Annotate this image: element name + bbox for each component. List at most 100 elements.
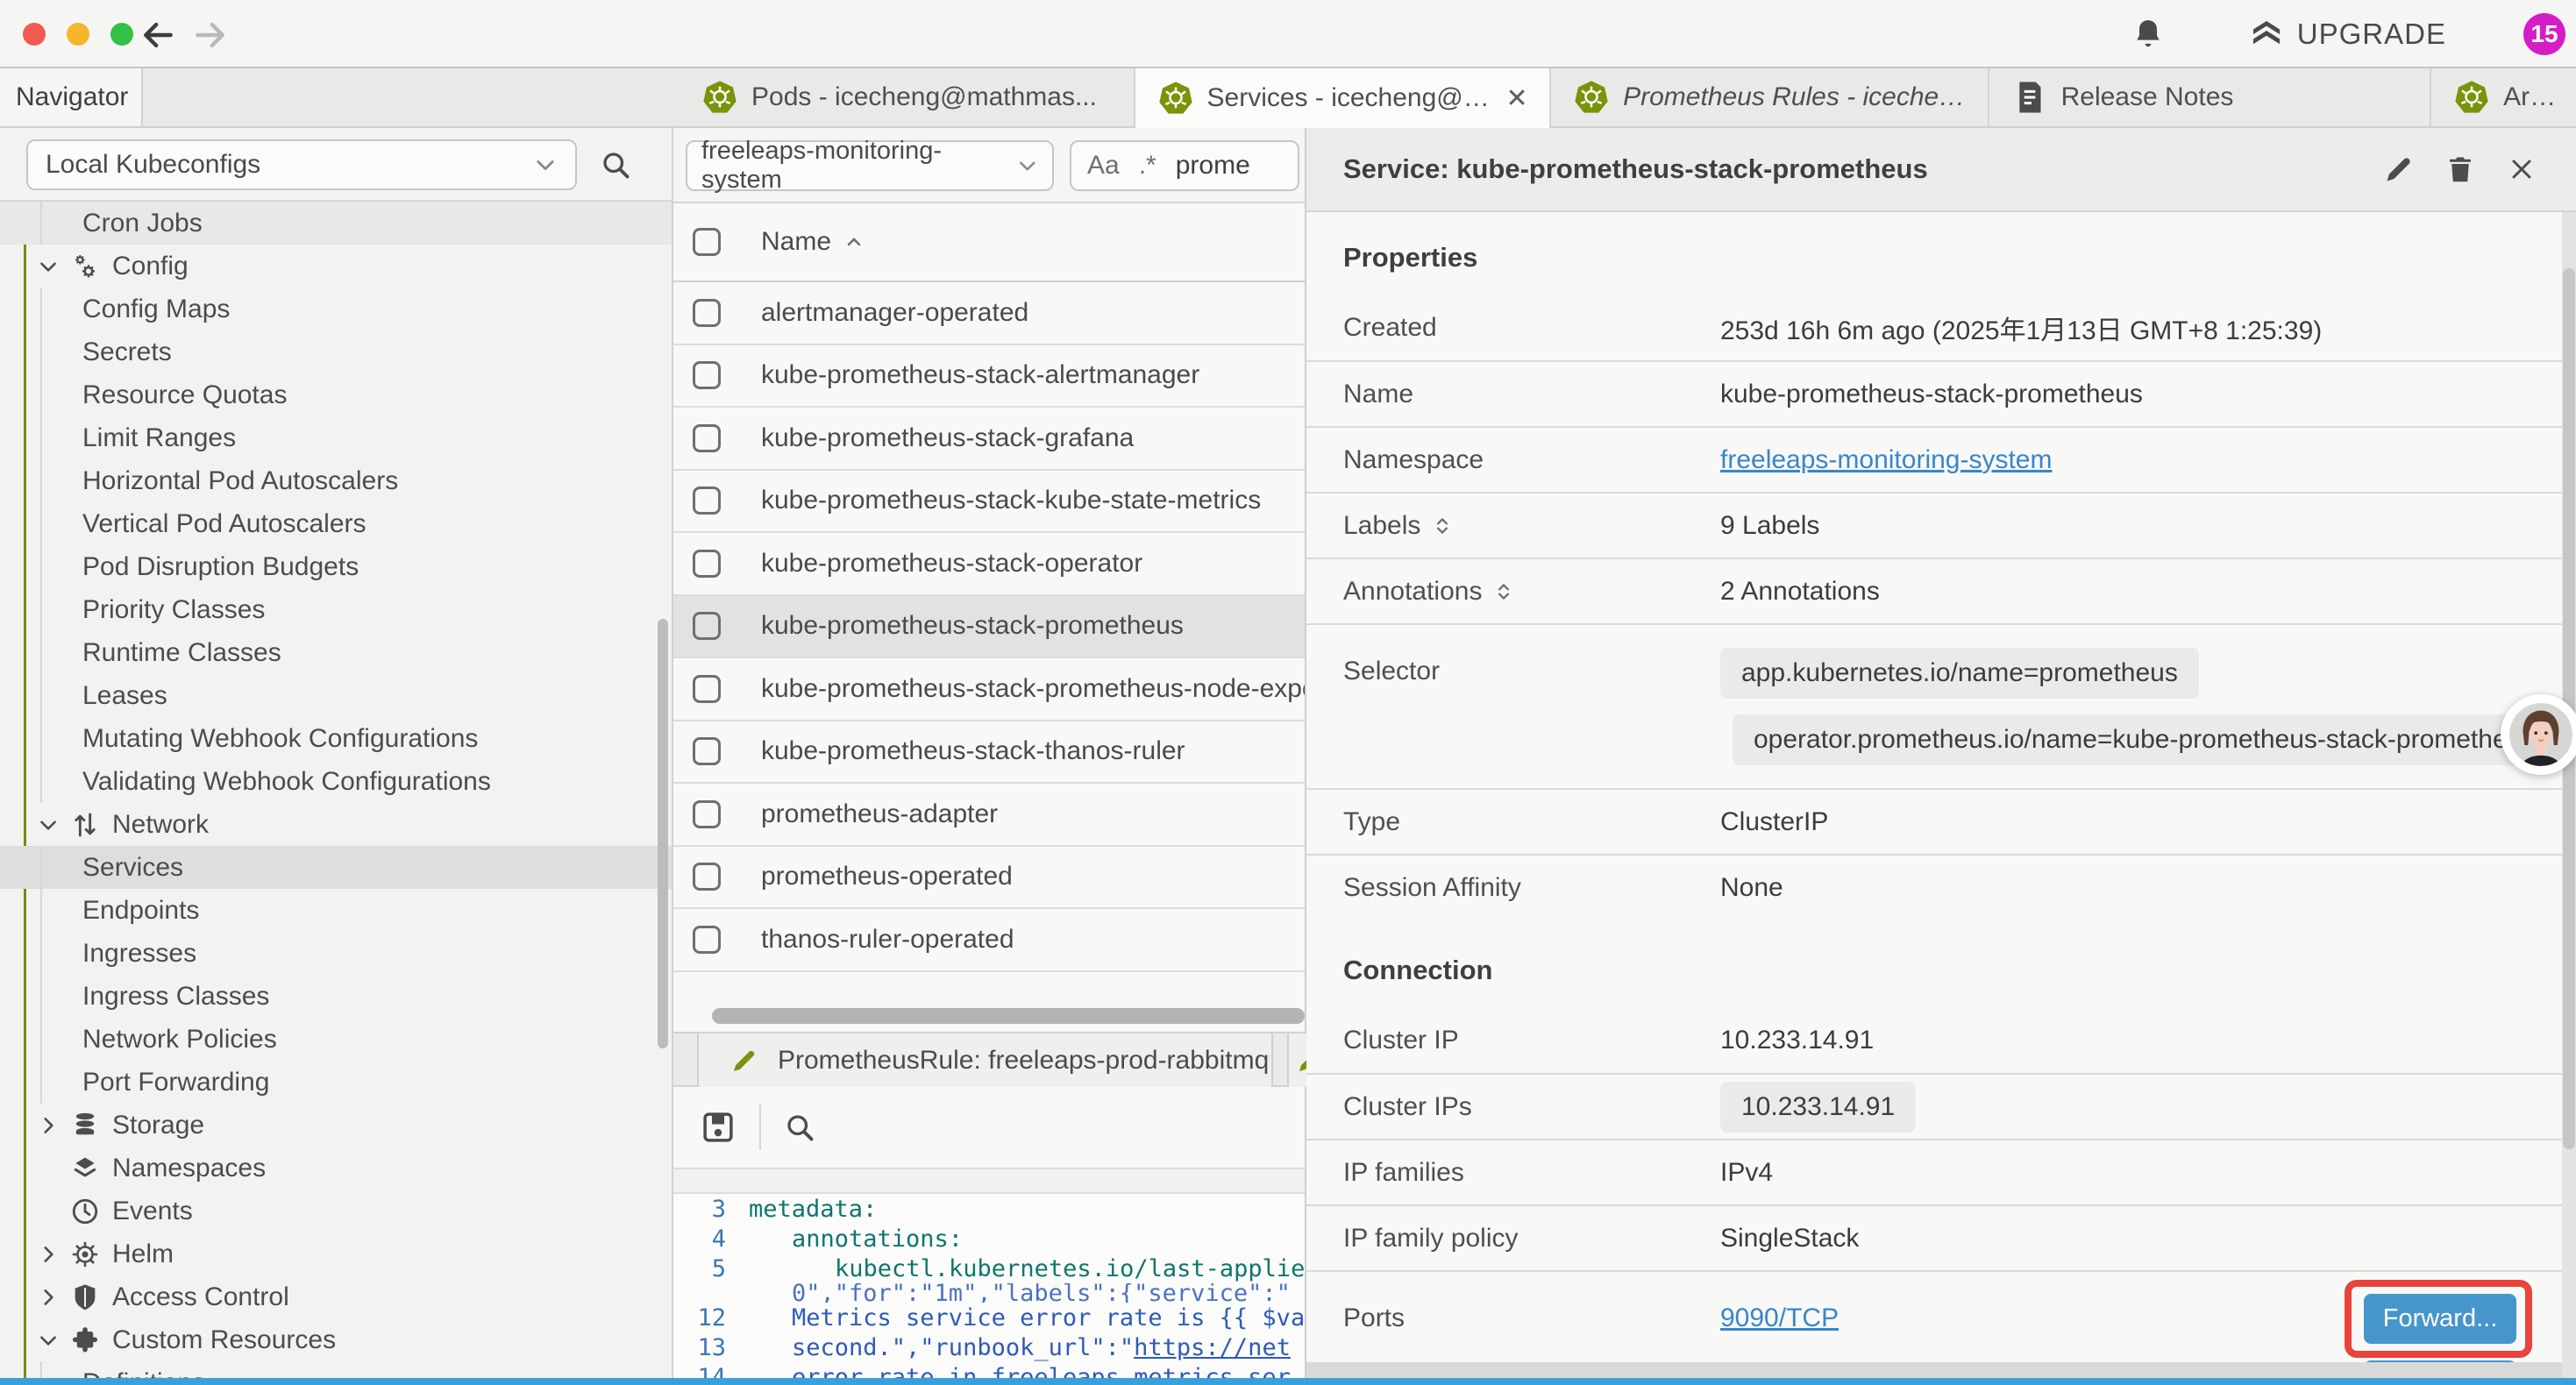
row-checkbox[interactable] (693, 675, 721, 703)
tree-chevron-icon[interactable] (37, 1329, 60, 1352)
sidebar-item[interactable]: Validating Webhook Configurations (0, 760, 672, 803)
sidebar-item[interactable]: Priority Classes (0, 588, 672, 631)
sidebar-item[interactable]: Limit Ranges (0, 416, 672, 459)
tree-chevron-icon[interactable] (37, 1286, 60, 1309)
tree-chevron-icon[interactable] (37, 1243, 60, 1266)
list-search-input[interactable]: Aa .* prome (1070, 140, 1299, 191)
yaml-editor[interactable]: 3 metadata: 4 annotations: 5 kubectl.kub… (673, 1194, 1305, 1385)
tree-chevron-icon[interactable] (37, 813, 60, 836)
name-column-header[interactable]: Name (761, 227, 831, 257)
sidebar-item[interactable]: Network Policies (0, 1018, 672, 1061)
tree-chevron-icon[interactable] (37, 1114, 60, 1137)
app-tab[interactable]: Argo Se (2431, 68, 2576, 126)
sidebar-search-icon[interactable] (600, 149, 631, 181)
table-row[interactable]: thanos-ruler-operated (673, 909, 1305, 972)
row-checkbox[interactable] (693, 299, 721, 327)
table-row[interactable]: kube-prometheus-stack-kube-state-metrics (673, 471, 1305, 534)
row-checkbox[interactable] (693, 612, 721, 640)
navigator-panel-tab[interactable]: Navigator (0, 68, 143, 126)
assistant-avatar[interactable] (2501, 694, 2576, 775)
table-row[interactable]: kube-prometheus-stack-operator (673, 533, 1305, 596)
app-tab[interactable]: Services - icecheng@math... ✕ (1135, 68, 1552, 128)
app-tab[interactable]: Release Notes (1989, 68, 2432, 126)
sidebar-scrollbar[interactable] (658, 619, 668, 1048)
save-icon[interactable] (700, 1109, 737, 1146)
table-row[interactable]: kube-prometheus-stack-grafana (673, 408, 1305, 471)
namespace-filter-dropdown[interactable]: freeleaps-monitoring-system (686, 140, 1054, 191)
notification-count-badge[interactable]: 15 (2523, 13, 2565, 55)
table-row[interactable]: prometheus-operated (673, 847, 1305, 910)
row-checkbox[interactable] (693, 863, 721, 891)
sidebar-item[interactable]: Services (0, 846, 672, 889)
maximize-window-button[interactable] (110, 23, 133, 46)
sidebar-item[interactable]: Port Forwarding (0, 1061, 672, 1104)
tree-chevron-icon[interactable] (37, 255, 60, 278)
notifications-bell-icon[interactable] (2131, 17, 2166, 52)
sidebar-item-label: Resource Quotas (82, 380, 287, 410)
editor-tab-partial[interactable] (1287, 1033, 1306, 1087)
sidebar-item[interactable]: Mutating Webhook Configurations (0, 717, 672, 760)
delete-trash-icon[interactable] (2444, 153, 2476, 185)
sidebar-item[interactable]: Access Control (0, 1275, 672, 1318)
sidebar-item[interactable]: Storage (0, 1104, 672, 1147)
sidebar-item[interactable]: Helm (0, 1232, 672, 1275)
editor-search-icon[interactable] (784, 1112, 815, 1143)
app-tab[interactable]: Prometheus Rules - icecheng... (1551, 68, 1989, 126)
app-tab[interactable]: Pods - icecheng@mathmas... (680, 68, 1135, 126)
table-row[interactable]: prometheus-adapter (673, 784, 1305, 847)
back-icon[interactable] (139, 16, 177, 54)
kubeconfig-dropdown[interactable]: Local Kubeconfigs (26, 139, 577, 190)
port-link[interactable]: 9090/TCP (1720, 1303, 1839, 1333)
row-checkbox[interactable] (693, 487, 721, 515)
table-row[interactable]: kube-prometheus-stack-alertmanager (673, 345, 1305, 408)
close-window-button[interactable] (23, 23, 46, 46)
row-checkbox[interactable] (693, 550, 721, 578)
code-link[interactable]: https://net (1134, 1334, 1291, 1361)
edit-pencil-icon[interactable] (2383, 153, 2415, 185)
editor-tab[interactable]: PrometheusRule: freeleaps-prod-rabbitmq (697, 1033, 1273, 1087)
close-tab-icon[interactable]: ✕ (1504, 85, 1530, 111)
sidebar-item[interactable]: Events (0, 1190, 672, 1232)
table-row[interactable]: kube-prometheus-stack-prometheus-node-ex… (673, 658, 1305, 721)
table-row[interactable]: alertmanager-operated (673, 282, 1305, 345)
row-checkbox[interactable] (693, 424, 721, 452)
sidebar-item[interactable]: Ingresses (0, 932, 672, 975)
row-checkbox[interactable] (693, 800, 721, 828)
sort-toggle-icon[interactable] (1431, 515, 1454, 537)
sidebar-item[interactable]: Config (0, 245, 672, 288)
sidebar-item[interactable]: Leases (0, 674, 672, 717)
regex-toggle[interactable]: .* (1139, 151, 1156, 181)
forward-icon[interactable] (191, 16, 230, 54)
horizontal-scrollbar[interactable] (712, 1008, 1305, 1024)
sidebar-item[interactable]: Runtime Classes (0, 631, 672, 674)
select-all-checkbox[interactable] (693, 228, 721, 256)
sidebar-item[interactable]: Secrets (0, 330, 672, 373)
sidebar-item[interactable]: Vertical Pod Autoscalers (0, 502, 672, 545)
sidebar-item[interactable]: Config Maps (0, 288, 672, 330)
sidebar-item[interactable]: Ingress Classes (0, 975, 672, 1018)
sort-toggle-icon[interactable] (1492, 580, 1515, 603)
sidebar-item[interactable]: Horizontal Pod Autoscalers (0, 459, 672, 502)
forward-button-wrap: Forward... (2364, 1294, 2516, 1344)
sidebar-item[interactable]: Cron Jobs (0, 202, 672, 245)
minimize-window-button[interactable] (67, 23, 89, 46)
match-case-toggle[interactable]: Aa (1087, 151, 1120, 181)
forward-button[interactable]: Forward... (2364, 1294, 2516, 1344)
row-checkbox[interactable] (693, 361, 721, 389)
sidebar-item[interactable]: Namespaces (0, 1147, 672, 1190)
upgrade-button[interactable]: UPGRADE (2250, 18, 2446, 51)
sidebar-item[interactable]: Pod Disruption Budgets (0, 545, 672, 588)
table-row[interactable]: kube-prometheus-stack-thanos-ruler (673, 721, 1305, 785)
sort-ascending-icon[interactable] (843, 231, 865, 252)
property-label: Labels (1343, 511, 1420, 541)
table-row[interactable]: kube-prometheus-stack-prometheus (673, 596, 1305, 659)
sidebar-item[interactable]: Endpoints (0, 889, 672, 932)
row-checkbox[interactable] (693, 926, 721, 954)
sidebar-item[interactable]: Network (0, 803, 672, 846)
editor-tab-bar: PrometheusRule: freeleaps-prod-rabbitmq (673, 1032, 1305, 1087)
close-panel-icon[interactable] (2506, 153, 2537, 185)
property-value: SingleStack (1720, 1224, 1859, 1253)
sidebar-item[interactable]: Resource Quotas (0, 373, 672, 416)
row-checkbox[interactable] (693, 737, 721, 765)
sidebar-item[interactable]: Custom Resources (0, 1318, 672, 1361)
